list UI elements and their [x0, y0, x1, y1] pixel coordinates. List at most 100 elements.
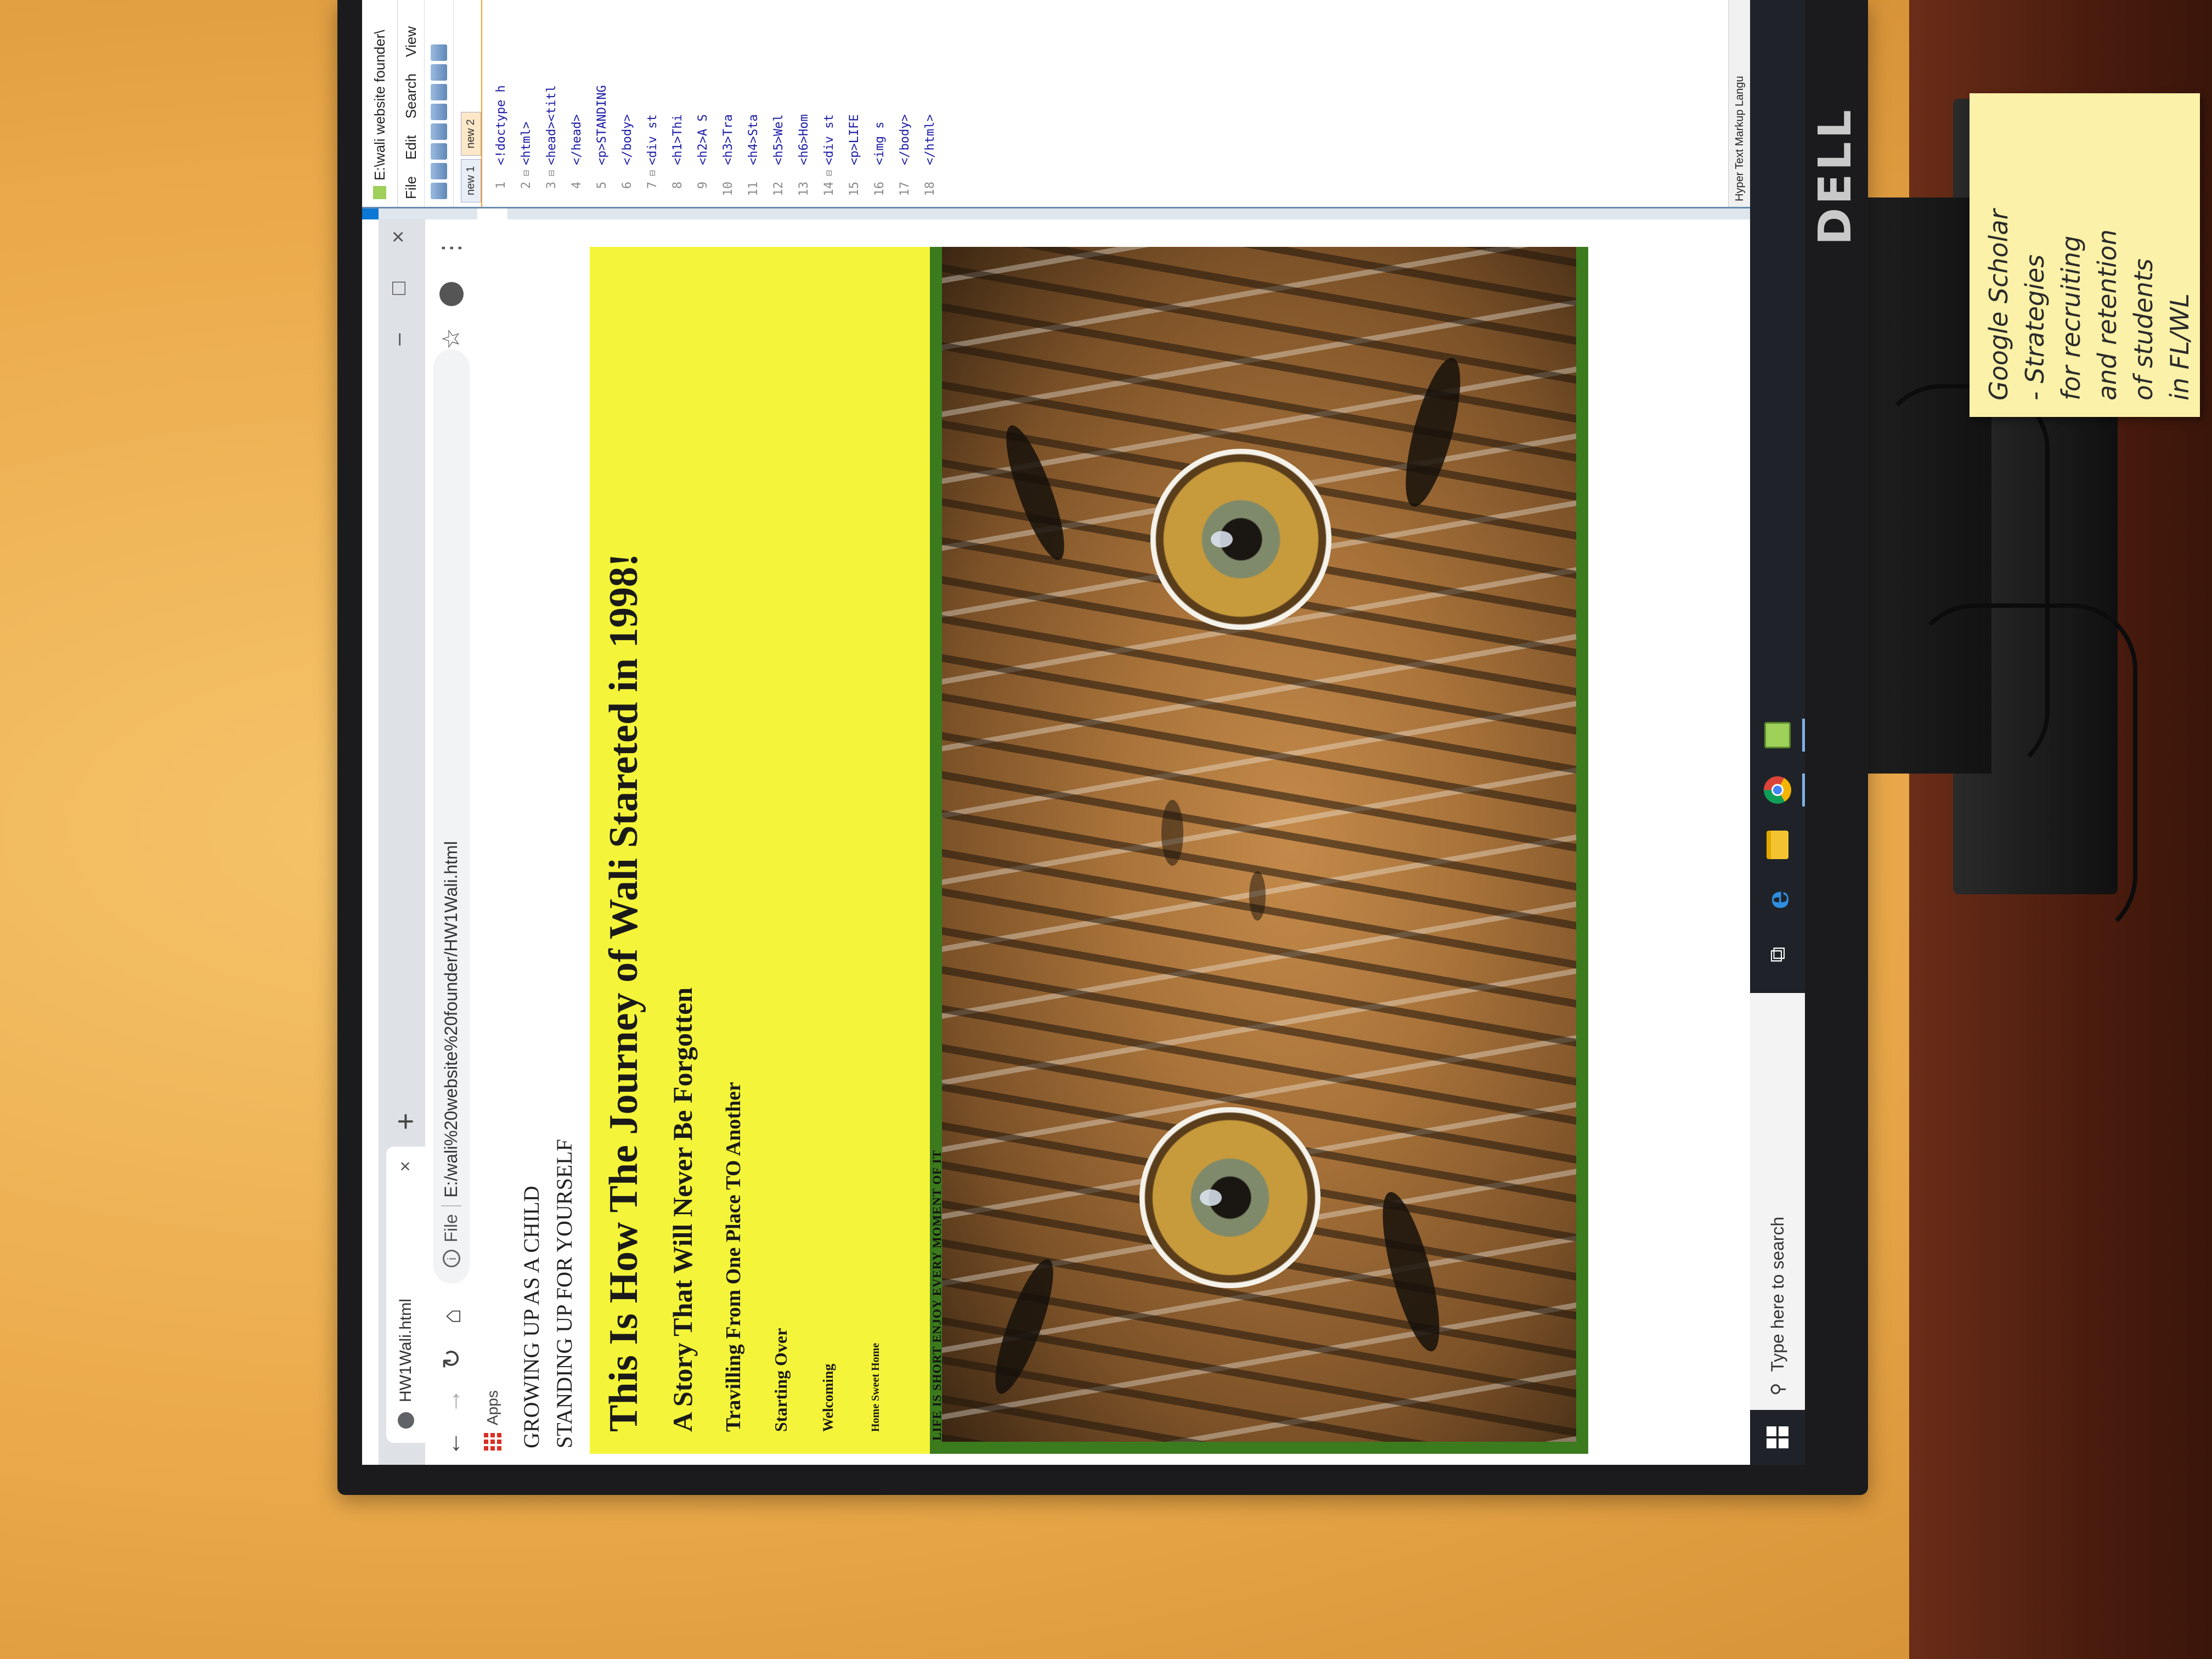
edge-icon[interactable]: e: [1760, 883, 1795, 916]
windows-taskbar: ⚲ Type here to search ⧉ e: [1750, 0, 1805, 1465]
chrome-icon[interactable]: [1761, 774, 1794, 806]
file-explorer-icon[interactable]: [1761, 828, 1794, 861]
windows-logo-icon: [1767, 1426, 1788, 1448]
code-line: 9 <h2>A S: [690, 0, 715, 207]
menu-edit[interactable]: Edit: [403, 135, 420, 160]
code-text: <head><titl: [544, 85, 558, 165]
npp-menu-bar: File Edit Search View: [398, 0, 425, 207]
save-icon[interactable]: [431, 143, 447, 160]
apps-grid-icon[interactable]: [483, 1433, 501, 1451]
code-text: <p>LIFE: [847, 114, 861, 165]
npp-tab[interactable]: new 2: [461, 112, 481, 156]
code-text: <h4>Sta: [746, 114, 760, 165]
address-bar[interactable]: i File E:/wali%20website%20founder/HW1Wa…: [433, 349, 470, 1284]
taskbar-search-box[interactable]: ⚲ Type here to search: [1750, 993, 1805, 1410]
npp-title-bar: E:\wali website founder\: [362, 0, 398, 207]
code-text: <html>: [519, 121, 533, 165]
print-icon[interactable]: [431, 84, 447, 100]
search-icon: ⚲: [1768, 1383, 1787, 1396]
apps-bookmark[interactable]: Apps: [484, 1390, 501, 1425]
task-view-icon[interactable]: ⧉: [1761, 938, 1794, 971]
line-number: 18: [923, 182, 937, 196]
code-text: <div st: [645, 114, 659, 165]
new-file-icon[interactable]: [431, 183, 447, 199]
code-text: <h6>Hom: [797, 114, 811, 165]
heading-h4: Starting Over: [771, 1328, 791, 1432]
menu-search[interactable]: Search: [403, 74, 420, 119]
sticky-line: in FL/WL: [2165, 293, 2194, 400]
page-paragraph: STANDING UP FOR YOURSELF: [552, 1139, 577, 1448]
save-all-icon[interactable]: [431, 123, 447, 140]
line-number: 4: [569, 182, 584, 189]
npp-status-bar: Hyper Text Markup Langu: [1728, 0, 1751, 207]
npp-app-icon: [373, 186, 386, 199]
toolbar-right: ☆ ⋮: [437, 219, 465, 349]
menu-file[interactable]: File: [403, 176, 420, 199]
npp-toolbar: [425, 0, 454, 207]
browser-toolbar: ← → ↻ ⌂ i File E:/wali%20website%20found…: [425, 219, 478, 1465]
profile-avatar-icon[interactable]: [439, 281, 464, 306]
tiger-eye-left: [1139, 1107, 1321, 1288]
taskbar-icons: ⧉ e: [1760, 719, 1795, 993]
close-tab-icon[interactable]: ×: [395, 1161, 416, 1172]
fold-marker-icon[interactable]: ⊟: [546, 165, 557, 176]
line-number: 3: [544, 182, 558, 189]
code-text: </html>: [923, 114, 937, 165]
open-file-icon[interactable]: [431, 163, 447, 179]
code-line: 5 <p>STANDING: [589, 0, 614, 207]
code-line: 10 <h3>Tra: [715, 0, 741, 207]
image-frame: LIFE IS SHORT ENJOY EVERY MOMENT OF IT: [930, 247, 1588, 1454]
line-number: 2: [519, 182, 533, 189]
cut-icon[interactable]: [431, 64, 447, 81]
minimize-button[interactable]: –: [386, 334, 411, 346]
forward-arrow-icon[interactable]: →: [437, 1380, 466, 1422]
code-text: <h2>A S: [696, 114, 710, 165]
fold-marker-icon[interactable]: ⊟: [823, 165, 835, 176]
copy-icon[interactable]: [431, 44, 447, 61]
bookmarks-bar: Apps: [477, 205, 508, 1465]
heading-h5: Welcoming: [820, 1363, 836, 1432]
info-icon[interactable]: i: [442, 1250, 460, 1268]
sticky-line: and retention: [2092, 229, 2122, 400]
back-arrow-icon[interactable]: ←: [437, 1423, 466, 1465]
heading-h1: This Is How The Journey of Wali Stareted…: [601, 553, 646, 1432]
browser-tab[interactable]: HW1Wali.html ×: [386, 1147, 425, 1443]
web-page: GROWING UP AS A CHILD STANDING UP FOR YO…: [507, 219, 1750, 1465]
code-line: 18 </html>: [917, 0, 943, 207]
more-menu-icon[interactable]: ⋮: [437, 236, 465, 260]
code-text: </head>: [569, 114, 584, 165]
heading-banner: This Is How The Journey of Wali Stareted…: [590, 247, 930, 1454]
fold-marker-icon[interactable]: ⊟: [521, 165, 532, 176]
heading-h2: A Story That Will Never Be Forgotten: [667, 987, 698, 1432]
line-number: 12: [771, 182, 786, 196]
close-window-button[interactable]: ×: [386, 230, 411, 243]
home-icon[interactable]: ⌂: [437, 1295, 466, 1338]
npp-tab[interactable]: new 1: [461, 159, 481, 202]
menu-view[interactable]: View: [403, 26, 420, 57]
reload-icon[interactable]: ↻: [437, 1338, 466, 1380]
npp-editor[interactable]: 1 <!doctype h 2 ⊟ <html> 3 ⊟ <head><titl 4 </head…: [488, 0, 943, 207]
fold-marker-icon[interactable]: ⊟: [647, 165, 658, 176]
cable: [1909, 603, 2137, 941]
code-line: 11 <h4>Sta: [741, 0, 766, 207]
line-number: 6: [620, 182, 634, 189]
code-text: <!doctype h: [494, 85, 508, 165]
notepad-plus-plus-icon[interactable]: [1761, 719, 1794, 752]
address-scheme: File: [441, 1205, 461, 1243]
code-line: 17 </body>: [892, 0, 917, 207]
close-file-icon[interactable]: [431, 104, 447, 120]
start-button[interactable]: [1750, 1410, 1805, 1465]
line-number: 7: [645, 182, 659, 189]
code-line: 3 ⊟ <head><titl: [539, 0, 564, 207]
code-line: 14 ⊟ <div st: [816, 0, 842, 207]
line-number: 9: [696, 182, 710, 189]
browser-window: HW1Wali.html × + – □ × ← → ↻ ⌂ i File E:: [362, 205, 1750, 1465]
star-icon[interactable]: ☆: [437, 328, 465, 349]
line-number: 14: [822, 182, 836, 196]
maximize-button[interactable]: □: [386, 281, 411, 295]
new-tab-button[interactable]: +: [389, 1113, 422, 1130]
code-line: 12 <h5>Wel: [766, 0, 791, 207]
code-text: <p>STANDING: [595, 85, 609, 165]
monitor-screen: HW1Wali.html × + – □ × ← → ↻ ⌂ i File E:: [362, 0, 1805, 1465]
sticky-line: of students: [2129, 258, 2158, 400]
